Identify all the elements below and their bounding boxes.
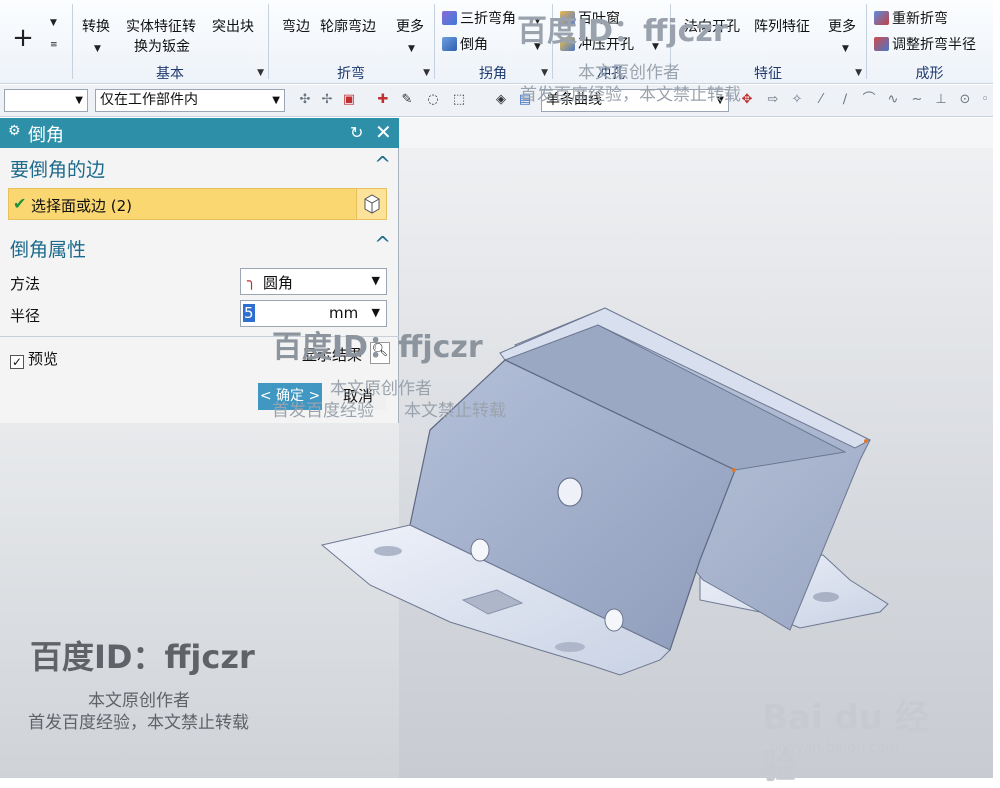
section-properties-label: 倒角属性 [10, 239, 87, 261]
watermark-publish-middle-a: 首发百度经验 [272, 401, 374, 421]
watermark-id-top: 百度ID：ffjczr [517, 14, 728, 49]
logo-url: jingyan.baidu.com [770, 740, 900, 756]
left-flange-hole-1 [374, 546, 402, 556]
watermark-publish-bottom: 首发百度经验，本文禁止转载 [28, 713, 249, 733]
baidu-jingyan-logo: Bai du 经验 jingyan.baidu.com [762, 688, 962, 787]
preview-checkbox[interactable]: ✓ [10, 355, 24, 369]
reset-icon[interactable]: ↻ [350, 123, 363, 142]
close-icon[interactable]: ✕ [375, 120, 392, 144]
gear-icon[interactable]: ⚙ [8, 123, 21, 139]
watermark-id-bottom: 百度ID：ffjczr [30, 638, 255, 676]
method-value: 圆角 [263, 274, 294, 292]
select-face-or-edge-row[interactable]: ✔ 选择面或边 (2) [8, 188, 387, 220]
section-edges-header[interactable]: 要倒角的边 ^ [0, 150, 399, 184]
left-flange-hole-2 [555, 642, 585, 652]
preview-label: 预览 [28, 350, 59, 368]
front-wall-hole [557, 477, 583, 507]
collapse-icon: ^ [374, 152, 391, 176]
section-edges-label: 要倒角的边 [10, 159, 106, 181]
check-icon: ✔ [13, 194, 27, 213]
dialog-title-bar: ⚙ 倒角 ↻ ✕ [0, 118, 399, 148]
logo-text: Bai du 经验 [762, 698, 929, 787]
select-face-or-edge-label: 选择面或边 (2) [31, 197, 133, 215]
radius-label: 半径 [10, 307, 41, 325]
method-label: 方法 [10, 275, 41, 293]
dialog-title: 倒角 [28, 125, 64, 146]
chevron-down-icon: ▼ [371, 306, 380, 319]
nx-sheet-metal-window: + ▼ ≡ 转换 ▼ 实体特征转 换为钣金 突出块 基本 ▼ 弯边 轮廓弯边 更… [0, 0, 1000, 788]
fillet-icon: ╮ [247, 272, 257, 290]
radius-unit: mm [329, 304, 359, 322]
bend-relief-2 [604, 608, 624, 632]
watermark-publish-middle-b: 本文禁止转载 [404, 401, 506, 421]
bend-relief-1 [470, 538, 490, 562]
watermark-publish-top: 首发百度经验，本文禁止转载 [520, 85, 741, 105]
chamfer-marker-1 [732, 468, 736, 472]
preview-checkbox-row[interactable]: ✓ 预览 [10, 348, 58, 369]
method-select[interactable]: ╮ 圆角 ▼ [240, 268, 387, 295]
collapse-icon: ^ [374, 232, 391, 256]
chevron-down-icon: ▼ [371, 274, 380, 287]
watermark-id-middle: 百度ID：ffjczr [272, 330, 483, 365]
right-flange-hole [813, 592, 839, 602]
radius-value[interactable]: 5 [243, 304, 255, 322]
section-properties-header[interactable]: 倒角属性 ^ [0, 230, 399, 264]
cube-select-icon[interactable] [356, 189, 386, 219]
chamfer-marker-2 [864, 439, 868, 443]
